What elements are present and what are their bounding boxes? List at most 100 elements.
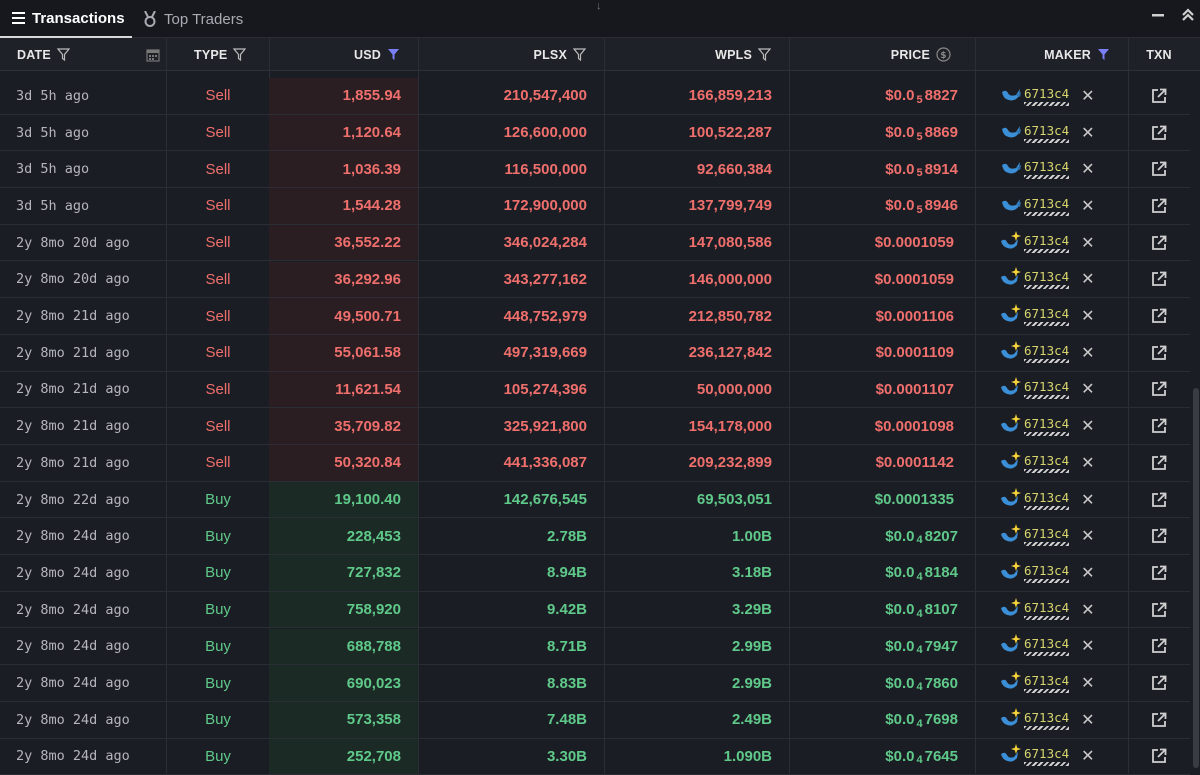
column-header-usd[interactable]: USD (269, 38, 418, 71)
maker-address-link[interactable]: 6713c4 (1024, 233, 1070, 253)
filter-maker-close-icon[interactable]: ✕ (1081, 196, 1094, 216)
table-row[interactable]: 3d 5h ago Sell 1,120.64 126,600,000 100,522,… (0, 114, 1190, 152)
filter-icon[interactable] (573, 48, 586, 61)
dollar-circle-icon[interactable]: $ (936, 47, 951, 62)
maker-address-link[interactable]: 6713c4 (1024, 673, 1070, 694)
table-row[interactable]: 2y 8mo 24d ago Buy 573,358 7.48B 2.49B $0.0 4 7… (0, 701, 1190, 739)
filter-icon[interactable] (56, 48, 70, 61)
filter-maker-close-icon[interactable]: ✕ (1081, 636, 1094, 656)
maker-address-link[interactable]: 6713c4 (1024, 746, 1070, 767)
filter-maker-close-icon[interactable]: ✕ (1081, 526, 1094, 546)
maker-address-link[interactable]: 6713c4 (1024, 379, 1070, 400)
external-link-icon[interactable] (1148, 629, 1170, 665)
external-link-icon[interactable] (1148, 225, 1170, 261)
maker-address-link[interactable]: 6713c4 (1024, 710, 1070, 730)
maker-address-link[interactable]: 6713c4 (1024, 636, 1070, 657)
maker-address-link[interactable]: 6713c4 (1024, 526, 1070, 547)
tab-top-traders[interactable]: Top Traders (143, 0, 243, 38)
filter-maker-close-icon[interactable]: ✕ (1081, 416, 1094, 436)
maker-address-link[interactable]: 6713c4 (1024, 600, 1070, 620)
external-link-icon[interactable] (1148, 78, 1170, 114)
column-header-date[interactable]: DATE (17, 38, 70, 71)
filter-maker-close-icon[interactable]: ✕ (1081, 123, 1094, 143)
table-row[interactable]: 2y 8mo 24d ago Buy 228,453 2.78B 1.00B $0.0 4 8… (0, 518, 1190, 556)
column-header-type[interactable]: TYPE (194, 38, 247, 71)
tab-transactions[interactable]: Transactions (0, 0, 132, 38)
usd-cell: 1,120.64 (269, 114, 418, 151)
external-link-icon[interactable] (1148, 518, 1170, 554)
external-link-icon[interactable] (1148, 262, 1170, 298)
maker-address-link[interactable]: 6713c4 (1024, 453, 1070, 473)
filter-maker-close-icon[interactable]: ✕ (1081, 746, 1094, 766)
filter-maker-close-icon[interactable]: ✕ (1081, 233, 1094, 253)
maker-address-link[interactable]: 6713c4 (1024, 563, 1070, 583)
maker-address-link[interactable]: 6713c4 (1024, 196, 1070, 216)
table-row[interactable]: 2y 8mo 24d ago Buy 727,832 8.94B 3.18B $0.0 4 8… (0, 555, 1190, 592)
column-header-price[interactable]: PRICE $ (789, 38, 975, 71)
column-header-maker[interactable]: MAKER (975, 38, 1128, 71)
filter-maker-close-icon[interactable]: ✕ (1081, 600, 1094, 620)
external-link-icon[interactable] (1148, 665, 1170, 701)
maker-address-link[interactable]: 6713c4 (1024, 86, 1070, 106)
filter-icon[interactable] (233, 48, 247, 61)
plsx-cell: 441,336,087 (503, 454, 587, 472)
table-row[interactable]: 2y 8mo 24d ago Buy 690,023 8.83B 2.99B $0.0 4 7… (0, 665, 1190, 702)
external-link-icon[interactable] (1148, 739, 1170, 775)
scrollbar-thumb[interactable] (1193, 388, 1199, 768)
table-row[interactable]: 2y 8mo 24d ago Buy 252,708 3.30B 1.090B $0.0 4… (0, 738, 1190, 775)
maker-address-link[interactable]: 6713c4 (1024, 490, 1070, 510)
filter-maker-close-icon[interactable]: ✕ (1081, 563, 1094, 583)
table-row[interactable]: 3d 5h ago Sell 1,544.28 172,900,000 137,799,… (0, 188, 1190, 225)
table-row[interactable]: 2y 8mo 21d ago Sell 11,621.54 105,274,396 50… (0, 371, 1190, 409)
external-link-icon[interactable] (1148, 151, 1170, 187)
external-link-icon[interactable] (1148, 188, 1170, 224)
maker-address-link[interactable]: 6713c4 (1024, 306, 1070, 327)
external-link-icon[interactable] (1148, 372, 1170, 408)
maker-address-link[interactable]: 6713c4 (1024, 343, 1070, 363)
maker-address-link[interactable]: 6713c4 (1024, 123, 1070, 143)
table-row[interactable]: 2y 8mo 24d ago Buy 688,788 8.71B 2.99B $0.0 4 7… (0, 628, 1190, 666)
filter-active-icon[interactable] (1097, 48, 1110, 61)
external-link-icon[interactable] (1148, 445, 1170, 481)
table-row[interactable]: 2y 8mo 21d ago Sell 50,320.84 441,336,087 20… (0, 445, 1190, 482)
table-row[interactable]: 2y 8mo 21d ago Sell 35,709.82 325,921,800 15… (0, 408, 1190, 445)
filter-maker-close-icon[interactable]: ✕ (1081, 269, 1094, 289)
table-row[interactable]: 2y 8mo 22d ago Buy 19,100.40 142,676,545 69,… (0, 481, 1190, 519)
table-row[interactable]: 2y 8mo 20d ago Sell 36,292.96 343,277,162 14… (0, 261, 1190, 299)
external-link-icon[interactable] (1148, 555, 1170, 591)
filter-maker-close-icon[interactable]: ✕ (1081, 710, 1094, 730)
filter-maker-close-icon[interactable]: ✕ (1081, 490, 1094, 510)
table-row[interactable]: 2y 8mo 21d ago Sell 49,500.71 448,752,979 21… (0, 298, 1190, 335)
column-header-plsx[interactable]: PLSX (418, 38, 604, 71)
external-link-icon[interactable] (1148, 335, 1170, 371)
filter-maker-close-icon[interactable]: ✕ (1081, 379, 1094, 399)
filter-icon[interactable] (758, 48, 771, 61)
filter-maker-close-icon[interactable]: ✕ (1081, 86, 1094, 106)
expand-icon[interactable] (1182, 8, 1194, 27)
external-link-icon[interactable] (1148, 482, 1170, 518)
external-link-icon[interactable] (1148, 702, 1170, 738)
table-row[interactable]: 2y 8mo 24d ago Buy 758,920 9.42B 3.29B $0.0 4 8… (0, 591, 1190, 629)
external-link-icon[interactable] (1148, 592, 1170, 628)
maker-address-link[interactable]: 6713c4 (1024, 159, 1070, 180)
minimize-icon[interactable] (1151, 8, 1165, 27)
table-row[interactable]: 3d 5h ago Sell 1,036.39 116,500,000 92,660,3… (0, 151, 1190, 189)
maker-address-link[interactable]: 6713c4 (1024, 269, 1070, 290)
maker-address-link[interactable]: 6713c4 (1024, 416, 1070, 437)
filter-active-icon[interactable] (387, 48, 400, 61)
filter-maker-close-icon[interactable]: ✕ (1081, 453, 1094, 473)
calendar-icon[interactable] (146, 38, 160, 71)
column-header-wpls[interactable]: WPLS (604, 38, 789, 71)
table-row[interactable]: 2y 8mo 20d ago Sell 36,552.22 346,024,284 14… (0, 224, 1190, 262)
scrollbar[interactable] (1191, 78, 1200, 775)
filter-maker-close-icon[interactable]: ✕ (1081, 159, 1094, 179)
external-link-icon[interactable] (1148, 408, 1170, 444)
filter-maker-close-icon[interactable]: ✕ (1081, 343, 1094, 363)
filter-maker-close-icon[interactable]: ✕ (1081, 673, 1094, 693)
table-row[interactable]: 3d 5h ago Sell 1,855.94 210,547,400 166,859,… (0, 78, 1190, 115)
resize-handle-icon[interactable]: ↓ (596, 0, 602, 12)
filter-maker-close-icon[interactable]: ✕ (1081, 306, 1094, 326)
external-link-icon[interactable] (1148, 298, 1170, 334)
external-link-icon[interactable] (1148, 115, 1170, 151)
table-row[interactable]: 2y 8mo 21d ago Sell 55,061.58 497,319,669 23… (0, 334, 1190, 372)
